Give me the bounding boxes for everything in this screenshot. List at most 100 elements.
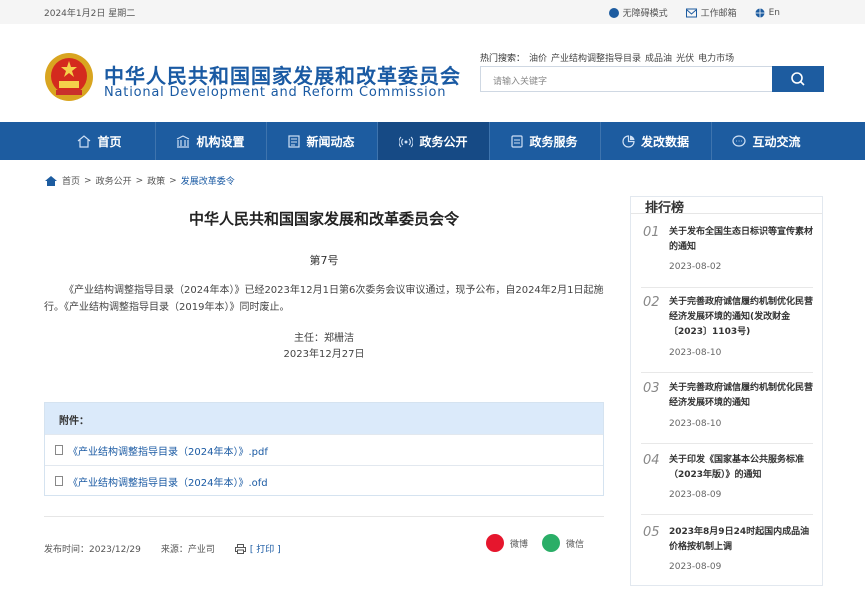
breadcrumb: 首页 > 政务公开 > 政策 > 发展改革委令 — [44, 174, 235, 187]
service-icon — [511, 134, 524, 148]
english-label: En — [768, 7, 780, 18]
article-title: 中华人民共和国国家发展和改革委员会令 — [188, 210, 459, 228]
nav-news[interactable]: 新闻动态 — [266, 122, 377, 160]
ranking-panel: 排行榜 01 关于发布全国生态日标识等宣传素材的通知 2023-08-02 02… — [630, 196, 823, 586]
breadcrumb-home[interactable]: 首页 — [62, 174, 80, 187]
search-icon — [791, 72, 805, 86]
nav-data-label: 发改数据 — [640, 134, 689, 149]
rank-number: 03 — [643, 381, 660, 396]
document-icon — [55, 445, 63, 455]
breadcrumb-separator: > — [169, 175, 177, 186]
attachments-box: 附件： 《产业结构调整指导目录（2024年本）》.pdf 《产业结构调整指导目录… — [44, 402, 604, 496]
rank-title[interactable]: 关于印发《国家基本公共服务标准（2023年版）》的通知 — [669, 453, 814, 483]
hot-search: 热门搜索： 油价 产业结构调整指导目录 成品油 光伏 电力市场 — [480, 51, 734, 64]
top-bar: 2024年1月2日 星期二 无障碍模式 工作邮箱 En — [0, 0, 865, 24]
search-button[interactable] — [772, 66, 824, 92]
attachment-pdf-link[interactable]: 《产业结构调整指导目录（2024年本）》.pdf — [45, 434, 603, 465]
home-icon — [45, 175, 57, 186]
share-weibo[interactable]: 微博 — [486, 534, 528, 552]
ranking-item-divider — [641, 372, 813, 373]
nav-government-affairs-label: 政务公开 — [419, 134, 468, 149]
wechat-icon — [542, 534, 561, 552]
hot-keyword[interactable]: 光伏 — [676, 54, 694, 64]
top-links: 无障碍模式 工作邮箱 En — [608, 6, 780, 19]
current-date: 2024年1月2日 星期二 — [44, 9, 136, 19]
main-nav: 首页 机构设置 新闻动态 政务公开 政务服务 发改数据 互动交流 — [0, 122, 865, 160]
share-wechat-label: 微信 — [566, 539, 585, 550]
nav-interaction-label: 互动交流 — [752, 134, 801, 149]
rank-number: 05 — [643, 525, 660, 540]
accessibility-link[interactable]: 无障碍模式 — [608, 6, 668, 19]
chart-icon — [622, 134, 635, 148]
breadcrumb-gov-affairs[interactable]: 政务公开 — [96, 174, 132, 187]
hot-keyword[interactable]: 油价 — [529, 54, 547, 64]
attachment-ofd-label: 《产业结构调整指导目录（2024年本）》.ofd — [68, 477, 268, 489]
article-meta: 发布时间：2023/12/29 来源：产业司 [ 打印 ] — [44, 542, 281, 555]
rank-date: 2023-08-10 — [669, 419, 722, 429]
article-body: 《产业结构调整指导目录（2024年本）》已经2023年12月1日第6次委务会议审… — [44, 285, 604, 313]
hot-search-label: 热门搜索： — [480, 54, 526, 64]
weibo-icon — [486, 534, 504, 552]
content-divider — [44, 516, 604, 517]
printer-icon — [234, 543, 246, 554]
rank-title[interactable]: 2023年8月9日24时起国内成品油价格按机制上调 — [669, 525, 814, 555]
share-wechat[interactable]: 微信 — [542, 534, 584, 552]
work-mail-link[interactable]: 工作邮箱 — [685, 6, 737, 19]
hot-keyword[interactable]: 成品油 — [645, 54, 672, 64]
nav-home[interactable]: 首页 — [44, 122, 155, 160]
nav-services-label: 政务服务 — [529, 134, 578, 149]
document-icon — [55, 476, 63, 486]
building-icon — [177, 134, 190, 148]
breadcrumb-policy[interactable]: 政策 — [147, 174, 165, 187]
nav-news-label: 新闻动态 — [306, 134, 355, 149]
rank-number: 04 — [643, 453, 660, 468]
national-emblem-logo[interactable] — [44, 52, 94, 102]
nav-services[interactable]: 政务服务 — [489, 122, 600, 160]
rank-title[interactable]: 关于完善政府诚信履约机制优化民营经济发展环境的通知(发改财金〔2023〕1103… — [669, 295, 814, 340]
ranking-divider — [631, 213, 822, 214]
hot-keyword[interactable]: 电力市场 — [698, 54, 734, 64]
accessibility-icon — [608, 7, 619, 18]
rank-number: 02 — [643, 295, 660, 310]
home-icon — [78, 134, 91, 148]
nav-organization[interactable]: 机构设置 — [155, 122, 266, 160]
search-input[interactable]: 请输入关键字 — [493, 74, 547, 87]
nav-interaction[interactable]: 互动交流 — [711, 122, 822, 160]
rank-title[interactable]: 关于发布全国生态日标识等宣传素材的通知 — [669, 225, 814, 255]
nav-home-label: 首页 — [97, 134, 122, 149]
news-icon — [288, 134, 301, 148]
signer: 主任：郑栅洁 — [294, 333, 354, 344]
attachments-header: 附件： — [45, 403, 603, 434]
nav-government-affairs[interactable]: 政务公开 — [378, 122, 489, 160]
source: 来源：产业司 — [160, 545, 215, 555]
publish-time: 发布时间：2023/12/29 — [44, 545, 141, 555]
rank-title[interactable]: 关于完善政府诚信履约机制优化民营经济发展环境的通知 — [669, 381, 814, 411]
english-link[interactable]: En — [755, 6, 780, 19]
site-title-en: National Development and Reform Commissi… — [104, 85, 447, 100]
hot-keyword[interactable]: 产业结构调整指导目录 — [551, 54, 641, 64]
ranking-item-divider — [641, 443, 813, 444]
attachment-pdf-label: 《产业结构调整指导目录（2024年本）》.pdf — [68, 446, 268, 458]
site-header: 中华人民共和国国家发展和改革委员会 National Development a… — [0, 24, 865, 122]
print-label: [ 打印 ] — [249, 545, 281, 555]
broadcast-icon — [399, 136, 414, 147]
sign-date: 2023年12月27日 — [283, 349, 365, 360]
share-weibo-label: 微博 — [510, 539, 529, 550]
accessibility-label: 无障碍模式 — [622, 9, 668, 19]
article-signature: 主任：郑栅洁 2023年12月27日 — [44, 331, 604, 363]
chat-icon — [732, 134, 747, 147]
rank-date: 2023-08-09 — [669, 490, 722, 500]
print-button[interactable]: [ 打印 ] — [234, 542, 281, 555]
breadcrumb-separator: > — [84, 175, 92, 186]
attachment-ofd-link[interactable]: 《产业结构调整指导目录（2024年本）》.ofd — [45, 465, 603, 496]
rank-date: 2023-08-10 — [669, 348, 722, 358]
breadcrumb-current[interactable]: 发展改革委令 — [181, 174, 235, 187]
mail-icon — [685, 8, 697, 17]
share-bar: 微博 微信 — [486, 534, 584, 552]
globe-icon — [755, 8, 765, 17]
search-box: 请输入关键字 — [480, 66, 824, 92]
rank-date: 2023-08-09 — [669, 562, 722, 572]
rank-date: 2023-08-02 — [669, 262, 722, 272]
nav-data[interactable]: 发改数据 — [600, 122, 711, 160]
breadcrumb-separator: > — [135, 175, 144, 186]
